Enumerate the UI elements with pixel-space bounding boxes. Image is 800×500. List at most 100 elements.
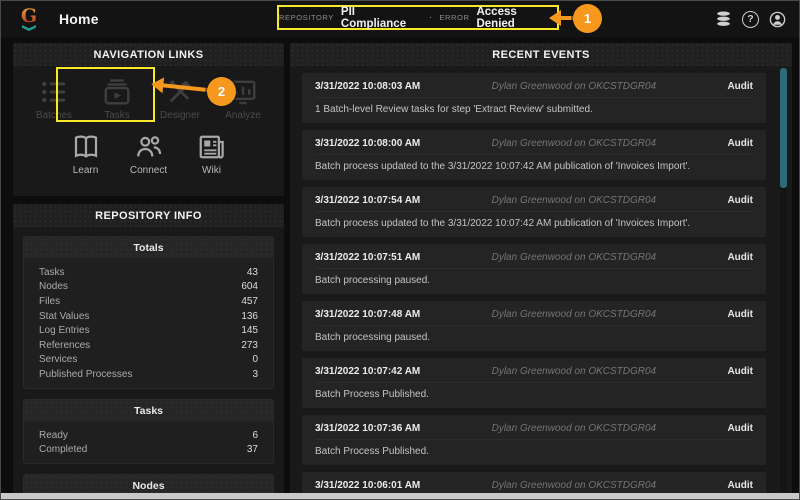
event-type-badge: Audit <box>727 138 753 149</box>
event-row[interactable]: 3/31/2022 10:07:36 AM Dylan Greenwood on… <box>302 415 766 465</box>
navigation-links-header: NAVIGATION LINKS <box>13 43 284 66</box>
info-row: Tasks 43 <box>30 265 267 280</box>
row-value: 604 <box>241 281 258 293</box>
totals-card-title: Totals <box>24 237 273 258</box>
row-label: Completed <box>39 444 88 456</box>
events-scrollbar-track[interactable] <box>780 68 787 491</box>
page-title: Home <box>59 11 99 27</box>
nav-item-learn[interactable]: Learn <box>60 132 112 176</box>
event-timestamp: 3/31/2022 10:07:42 AM <box>315 366 421 377</box>
row-value: 37 <box>246 444 258 456</box>
error-value: Access Denied <box>476 5 517 30</box>
window-bottom-edge <box>1 493 799 499</box>
info-row: Published Processes 3 <box>30 367 267 382</box>
nav-item-connect[interactable]: Connect <box>123 132 175 176</box>
event-row[interactable]: 3/31/2022 10:08:00 AM Dylan Greenwood on… <box>302 130 766 180</box>
app-window: G Home ? REPOSITORY PII Compliance · ERR… <box>0 0 800 500</box>
nav-label: Designer <box>159 110 201 121</box>
event-timestamp: 3/31/2022 10:08:03 AM <box>315 81 421 92</box>
logo-letter: G <box>20 4 38 27</box>
event-message: Batch Process Published. <box>315 446 429 457</box>
row-value: 6 <box>252 429 258 441</box>
repository-info-panel: REPOSITORY INFO Totals Tasks 43 Nodes 604 … <box>13 204 284 499</box>
event-attribution: Dylan Greenwood on OKCSTDGR04 <box>491 252 657 263</box>
nav-label: Connect <box>129 165 168 176</box>
annotation-arrow-2-head <box>150 76 165 94</box>
row-label: Nodes <box>39 281 68 293</box>
event-row[interactable]: 3/31/2022 10:08:03 AM Dylan Greenwood on… <box>302 73 766 123</box>
event-message: Batch processing paused. <box>315 275 431 286</box>
row-label: Stat Values <box>39 310 90 322</box>
event-timestamp: 3/31/2022 10:08:00 AM <box>315 138 421 149</box>
repository-error-callout: REPOSITORY PII Compliance · ERROR Access… <box>277 5 559 30</box>
event-attribution: Dylan Greenwood on OKCSTDGR04 <box>491 81 657 92</box>
event-attribution: Dylan Greenwood on OKCSTDGR04 <box>491 423 657 434</box>
row-value: 3 <box>252 368 258 380</box>
row-label: Published Processes <box>39 368 133 380</box>
row-value: 145 <box>241 325 258 337</box>
app-logo[interactable]: G <box>15 4 43 31</box>
info-row: Completed 37 <box>30 442 267 457</box>
annotation-highlight-box-2 <box>56 67 155 122</box>
row-label: Tasks <box>39 266 65 278</box>
event-type-badge: Audit <box>727 309 753 320</box>
info-row: Services 0 <box>30 353 267 368</box>
user-account-icon[interactable] <box>768 10 787 29</box>
event-type-badge: Audit <box>727 252 753 263</box>
event-attribution: Dylan Greenwood on OKCSTDGR04 <box>491 138 657 149</box>
recent-events-header: RECENT EVENTS <box>290 43 792 66</box>
row-label: Files <box>39 295 61 307</box>
learn-book-icon <box>74 135 97 158</box>
event-type-badge: Audit <box>727 423 753 434</box>
row-value: 136 <box>241 310 258 322</box>
repository-label: REPOSITORY <box>279 13 334 22</box>
event-row[interactable]: 3/31/2022 10:07:51 AM Dylan Greenwood on… <box>302 244 766 294</box>
info-row: Files 457 <box>30 294 267 309</box>
connect-people-icon <box>136 136 161 157</box>
event-type-badge: Audit <box>727 480 753 491</box>
error-label: ERROR <box>439 13 470 22</box>
row-label: References <box>39 339 91 351</box>
wiki-news-icon <box>199 135 224 159</box>
row-value: 273 <box>241 339 258 351</box>
event-timestamp: 3/31/2022 10:06:01 AM <box>315 480 421 491</box>
event-timestamp: 3/31/2022 10:07:54 AM <box>315 195 421 206</box>
repository-database-icon[interactable] <box>714 10 733 29</box>
event-type-badge: Audit <box>727 195 753 206</box>
callout-separator: · <box>429 12 433 23</box>
event-row[interactable]: 3/31/2022 10:07:48 AM Dylan Greenwood on… <box>302 301 766 351</box>
event-row[interactable]: 3/31/2022 10:07:42 AM Dylan Greenwood on… <box>302 358 766 408</box>
event-timestamp: 3/31/2022 10:07:48 AM <box>315 309 421 320</box>
topbar-icon-group: ? <box>714 10 789 29</box>
row-label: Ready <box>39 429 68 441</box>
event-message: Batch processing paused. <box>315 332 431 343</box>
info-row: Stat Values 136 <box>30 309 267 324</box>
tasks-card-title: Tasks <box>24 399 273 421</box>
event-type-badge: Audit <box>727 366 753 377</box>
info-row: Nodes 604 <box>30 280 267 295</box>
help-glyph: ? <box>747 13 754 25</box>
annotation-badge-2: 2 <box>207 77 236 106</box>
repository-name: PII Compliance <box>340 5 407 30</box>
event-type-badge: Audit <box>727 81 753 92</box>
event-row[interactable]: 3/31/2022 10:07:54 AM Dylan Greenwood on… <box>302 187 766 237</box>
logo-chevron-icon <box>22 24 36 31</box>
help-icon[interactable]: ? <box>742 10 759 28</box>
repository-info-header: REPOSITORY INFO <box>13 204 284 227</box>
event-attribution: Dylan Greenwood on OKCSTDGR04 <box>491 366 657 377</box>
nav-label: Analyze <box>225 110 261 121</box>
info-row: References 273 <box>30 338 267 353</box>
event-message: Batch process updated to the 3/31/2022 1… <box>315 218 691 229</box>
info-row: Ready 6 <box>30 428 267 443</box>
nav-secondary-row: Learn Connect Wiki <box>13 132 284 176</box>
event-timestamp: 3/31/2022 10:07:51 AM <box>315 252 421 263</box>
annotation-badge-1: 1 <box>573 4 602 33</box>
nav-label: Learn <box>72 165 99 176</box>
nav-item-wiki[interactable]: Wiki <box>186 132 238 176</box>
row-value: 0 <box>252 354 258 366</box>
tasks-card: Tasks Ready 6 Completed 37 <box>23 398 274 464</box>
row-label: Log Entries <box>39 325 90 337</box>
row-label: Services <box>39 354 78 366</box>
events-scrollbar-thumb[interactable] <box>780 68 787 188</box>
event-timestamp: 3/31/2022 10:07:36 AM <box>315 423 421 434</box>
